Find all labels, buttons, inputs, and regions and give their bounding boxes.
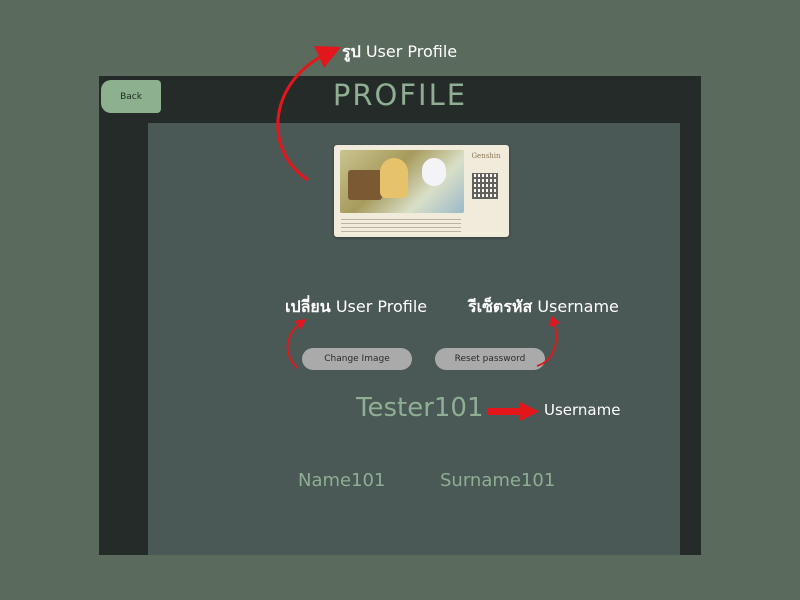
annotation-arrows [276,46,560,421]
arrow-to-profile-title [276,46,341,182]
arrow-to-reset-username [536,314,560,367]
arrow-to-change-profile [286,318,307,369]
arrow-to-username [488,402,539,421]
